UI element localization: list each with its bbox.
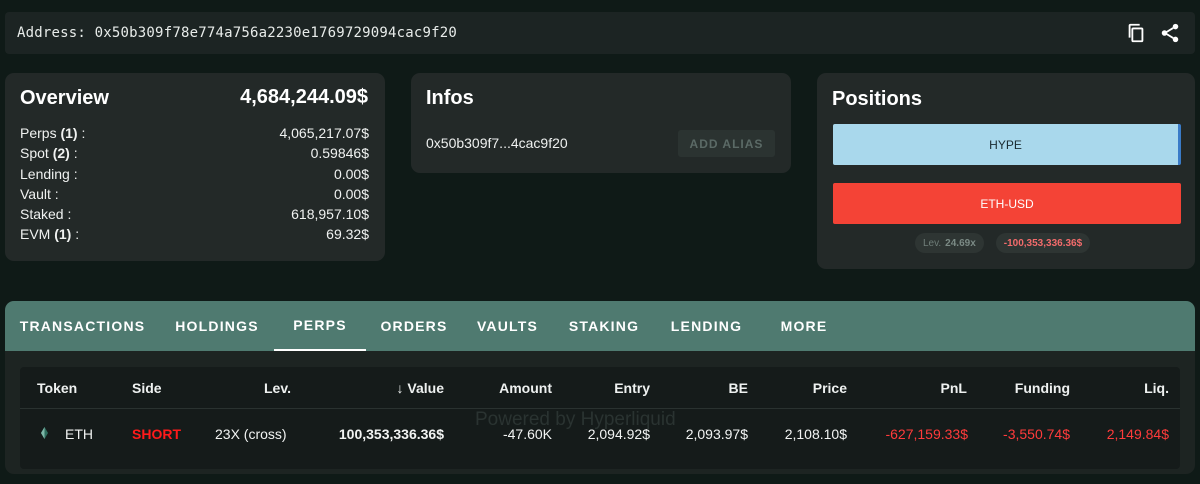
header-pnl[interactable]: PnL (867, 380, 967, 396)
arrow-down-icon: ↓ (396, 380, 404, 396)
positions-title: Positions (832, 88, 923, 110)
row-label-text: Perps (20, 125, 57, 141)
share-icon[interactable] (1159, 22, 1181, 44)
leverage-value: 24.69x (945, 237, 976, 249)
overview-row-label: Vault : (20, 184, 59, 204)
row-colon: : (77, 125, 86, 141)
overview-rows: Perps (1) : 4,065,217.07$ Spot (2) : 0.5984… (20, 123, 369, 245)
row-label-text: Lending (20, 165, 70, 182)
header-liq[interactable]: Liq. (1069, 380, 1169, 396)
overview-row-label: Perps (1) : (20, 123, 85, 143)
overview-title: Overview (20, 87, 109, 109)
cell-pnl: -627,159.33$ (885, 426, 968, 442)
row-colon: : (69, 165, 78, 182)
cell-token[interactable]: ETH (65, 426, 93, 442)
row-count: (1) (54, 226, 72, 243)
overview-row-value: 0.00$ (333, 165, 369, 182)
add-alias-button[interactable]: ADD ALIAS (678, 130, 775, 157)
cell-entry: 2,094.92$ (587, 426, 650, 442)
header-value[interactable]: ↓ Value (360, 380, 444, 396)
header-amount[interactable]: Amount (452, 380, 552, 396)
position-eth-button[interactable]: ETH-USD (833, 183, 1181, 224)
pnl-chip: -100,353,336.36$ (995, 233, 1091, 253)
cell-amount: -47.60K (502, 426, 552, 442)
copy-icon[interactable] (1125, 22, 1147, 44)
short-address: 0x50b309f7...4cac9f20 (426, 135, 568, 151)
tab-lending[interactable]: LENDING (655, 301, 758, 351)
infos-title: Infos (426, 87, 474, 109)
header-funding[interactable]: Funding (970, 380, 1070, 396)
row-label-text: Spot (20, 145, 49, 162)
wallet-address: Address: 0x50b309f78e774a756a2230e176972… (17, 25, 458, 41)
row-label-text: Vault (20, 185, 51, 202)
tab-holdings[interactable]: HOLDINGS (160, 301, 274, 351)
row-label-text: EVM (20, 226, 51, 243)
overview-row-value: 618,957.10$ (291, 206, 369, 223)
row-label-text: Staked (20, 206, 64, 223)
row-colon: : (71, 226, 80, 243)
tabs-panel: TRANSACTIONS HOLDINGS PERPS ORDERS VAULT… (5, 301, 1195, 474)
cell-lev: 23X (cross) (215, 426, 287, 442)
header-lev[interactable]: Lev. (264, 380, 291, 396)
overview-row: Vault : 0.00$ (20, 184, 369, 204)
tab-orders[interactable]: ORDERS (366, 301, 462, 351)
position-hype-button[interactable]: HYPE (833, 124, 1181, 165)
overview-row-label: Spot (2) : (20, 143, 78, 163)
header-side[interactable]: Side (132, 380, 162, 396)
tab-more[interactable]: MORE (758, 301, 850, 351)
row-colon: : (50, 185, 59, 202)
overview-row-value: 0.00$ (333, 185, 369, 202)
overview-row-value: 69.32$ (326, 226, 369, 243)
cell-be: 2,093.97$ (685, 426, 748, 442)
overview-card: Overview 4,684,244.09$ Perps (1) : 4,065,… (5, 73, 385, 261)
overview-total: 4,684,244.09$ (240, 86, 368, 108)
cell-value: 100,353,336.36$ (338, 426, 444, 442)
header-price[interactable]: Price (747, 380, 847, 396)
overview-row-value: 0.59846$ (310, 145, 369, 162)
infos-card: Infos 0x50b309f7...4cac9f20 ADD ALIAS (411, 73, 791, 173)
positions-card: Positions HYPE ETH-USD Lev. 24.69x -100,… (817, 73, 1195, 269)
cell-funding: -3,550.74$ (1003, 426, 1070, 442)
overview-row-label: Staked : (20, 204, 71, 224)
overview-row-value: 4,065,217.07$ (279, 125, 369, 141)
header-be[interactable]: BE (648, 380, 748, 396)
overview-row: Lending : 0.00$ (20, 164, 369, 184)
leverage-chip: Lev. 24.69x (915, 233, 984, 253)
tab-bar: TRANSACTIONS HOLDINGS PERPS ORDERS VAULT… (5, 301, 1195, 351)
tab-perps[interactable]: PERPS (274, 301, 366, 351)
eth-token-icon (41, 427, 48, 439)
overview-row-label: Lending : (20, 164, 78, 184)
cell-side: SHORT (132, 426, 181, 442)
overview-row: Staked : 618,957.10$ (20, 204, 369, 224)
header-entry[interactable]: Entry (550, 380, 650, 396)
row-count: (1) (60, 125, 78, 141)
header-divider (20, 408, 1180, 409)
perps-table: Powered by Hyperliquid Token Side Lev. ↓… (20, 367, 1180, 469)
row-colon: : (69, 145, 78, 162)
overview-row-label: EVM (1) : (20, 224, 79, 244)
overview-row: EVM (1) : 69.32$ (20, 224, 369, 244)
address-bar: Address: 0x50b309f78e774a756a2230e176972… (5, 12, 1195, 54)
cell-liq: 2,149.84$ (1106, 426, 1169, 442)
header-value-label: Value (407, 380, 444, 396)
tab-staking[interactable]: STAKING (553, 301, 655, 351)
cell-price: 2,108.10$ (784, 426, 847, 442)
row-colon: : (63, 206, 72, 223)
overview-row: Spot (2) : 0.59846$ (20, 143, 369, 163)
tab-transactions[interactable]: TRANSACTIONS (5, 301, 160, 351)
row-count: (2) (52, 145, 70, 162)
leverage-label: Lev. (923, 237, 942, 249)
overview-row: Perps (1) : 4,065,217.07$ (20, 123, 369, 143)
tab-vaults[interactable]: VAULTS (462, 301, 553, 351)
header-token[interactable]: Token (37, 380, 77, 396)
